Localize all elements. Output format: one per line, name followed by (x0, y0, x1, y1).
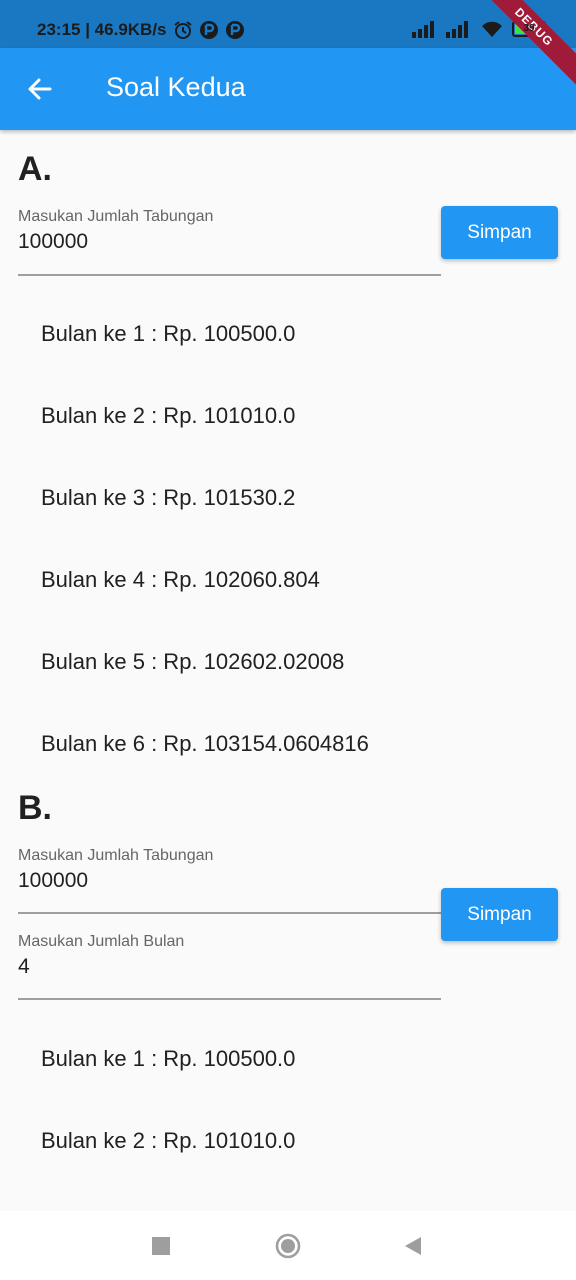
savings-input-a-label: Masukan Jumlah Tabungan (18, 208, 214, 225)
savings-input-b-value[interactable]: 100000 (18, 869, 441, 893)
section-b-title: B. (18, 789, 52, 827)
alarm-icon (173, 21, 192, 39)
result-item-a-4: Bulan ke 4 : Rp. 102060.804 (41, 567, 320, 592)
save-button-b[interactable]: Simpan (441, 888, 558, 941)
result-item-a-3: Bulan ke 3 : Rp. 101530.2 (41, 485, 296, 510)
home-icon[interactable] (275, 1233, 301, 1259)
app-notification-icon (199, 21, 218, 39)
recent-apps-icon[interactable] (148, 1233, 174, 1259)
months-input-b-label: Masukan Jumlah Bulan (18, 933, 185, 950)
savings-input-a-value[interactable]: 100000 (18, 230, 441, 254)
back-nav-icon[interactable] (400, 1233, 426, 1259)
app-notification-icon (225, 21, 244, 39)
battery-level: 39 (523, 23, 535, 34)
months-input-b[interactable]: Masukan Jumlah Bulan 4 (18, 933, 441, 1000)
system-nav-bar (0, 1211, 576, 1280)
result-item-a-6: Bulan ke 6 : Rp. 103154.0604816 (41, 731, 369, 756)
result-item-a-5: Bulan ke 5 : Rp. 102602.02008 (41, 649, 345, 674)
savings-input-b[interactable]: Masukan Jumlah Tabungan 100000 (18, 847, 441, 914)
result-item-b-1: Bulan ke 1 : Rp. 100500.0 (41, 1046, 296, 1071)
signal-icon (446, 21, 468, 38)
status-left: 23:15 | 46.9KB/s (37, 20, 245, 40)
status-time-speed: 23:15 | 46.9KB/s (37, 20, 167, 39)
save-button-a[interactable]: Simpan (441, 206, 558, 259)
arrow-back-icon[interactable] (24, 73, 56, 105)
result-item-a-1: Bulan ke 1 : Rp. 100500.0 (41, 321, 296, 346)
wifi-icon (482, 21, 502, 37)
savings-input-a[interactable]: Masukan Jumlah Tabungan 100000 (18, 208, 441, 276)
page-title: Soal Kedua (106, 72, 246, 102)
months-input-b-value[interactable]: 4 (18, 955, 441, 979)
savings-input-b-label: Masukan Jumlah Tabungan (18, 847, 214, 864)
status-bar: 23:15 | 46.9KB/s 39 (0, 0, 576, 48)
result-item-b-2: Bulan ke 2 : Rp. 101010.0 (41, 1128, 296, 1153)
app-bar: Soal Kedua (0, 48, 576, 130)
section-a-title: A. (18, 150, 52, 188)
signal-icon (412, 21, 434, 38)
result-item-a-2: Bulan ke 2 : Rp. 101010.0 (41, 403, 296, 428)
